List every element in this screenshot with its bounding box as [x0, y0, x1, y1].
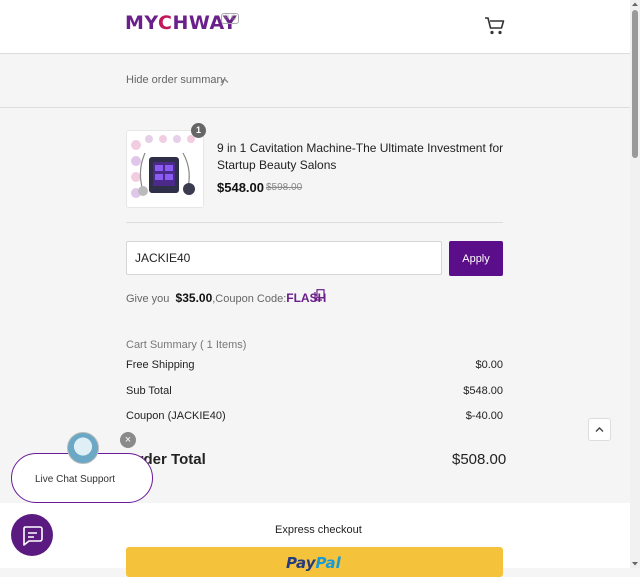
summary-row-subtotal: Sub Total $548.00: [126, 385, 503, 397]
summary-row-shipping: Free Shipping $0.00: [126, 359, 503, 371]
product-image: [126, 130, 204, 208]
chat-icon: [23, 526, 43, 546]
express-checkout-label: Express checkout: [275, 524, 362, 536]
paypal-logo: PayPal: [286, 554, 341, 572]
coupon-offer-amount: $35.00: [175, 291, 213, 305]
coupon-code-input[interactable]: [126, 241, 442, 275]
paypal-button[interactable]: PayPal: [126, 547, 503, 577]
order-summary-toggle-label[interactable]: Hide order summary: [126, 74, 226, 86]
order-total-value: $508.00: [452, 451, 507, 468]
product-original-price: $598.00: [266, 182, 303, 193]
scroll-to-top-button[interactable]: [588, 418, 611, 441]
divider: [126, 222, 503, 223]
close-icon[interactable]: ×: [120, 432, 136, 448]
quantity-badge: 1: [191, 123, 206, 138]
product-title: 9 in 1 Cavitation Machine-The Ultimate I…: [217, 141, 504, 172]
chat-launcher-button[interactable]: [11, 514, 53, 556]
order-summary-toggle[interactable]: Hide order summary: [0, 54, 630, 108]
chevron-up-icon: [220, 78, 229, 83]
support-agent-avatar: [67, 432, 99, 464]
scrollbar-thumb[interactable]: [632, 10, 638, 158]
scroll-up-arrow-icon[interactable]: [631, 0, 639, 8]
site-header: MYCHWAY ® ©: [0, 0, 630, 54]
apply-coupon-button[interactable]: Apply: [449, 241, 503, 276]
cart-summary-title: Cart Summary ( 1 Items): [126, 339, 247, 351]
coupon-offer-text: Give you $35.00,Coupon Code:FLASH: [126, 291, 327, 305]
copy-icon[interactable]: [314, 289, 325, 301]
product-price: $548.00: [217, 180, 264, 195]
summary-row-coupon: Coupon (JACKIE40) $-40.00: [126, 410, 503, 422]
live-chat-label[interactable]: Live Chat Support: [35, 474, 115, 485]
express-checkout-section: Express checkout PayPal: [0, 503, 630, 577]
scroll-down-arrow-icon[interactable]: [631, 560, 639, 568]
shopping-cart-icon[interactable]: [484, 16, 506, 36]
chevron-up-icon: [595, 427, 604, 432]
logo-trademark: ® ©: [221, 13, 240, 24]
